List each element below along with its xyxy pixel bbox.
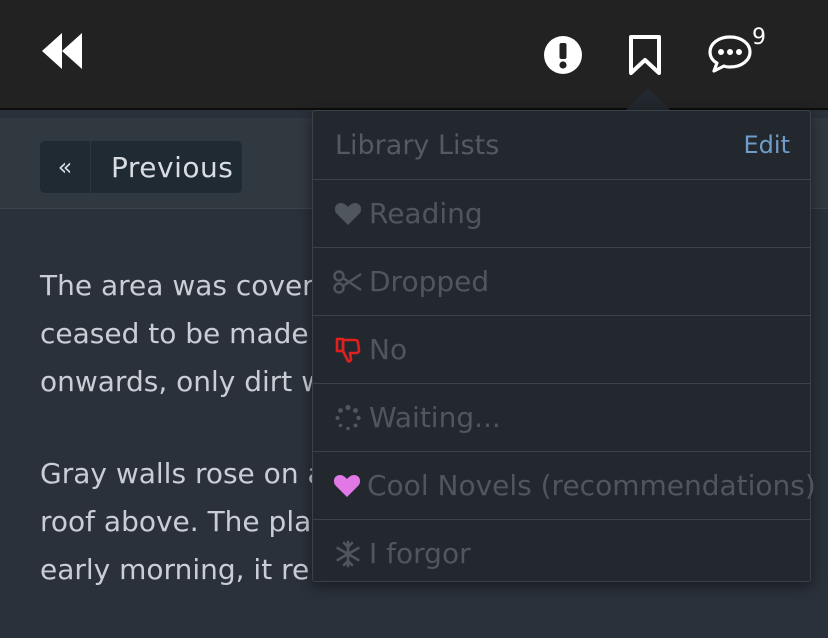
- dropdown-title: Library Lists: [335, 129, 500, 161]
- bookmark-icon: [629, 35, 661, 75]
- comments-button[interactable]: [707, 30, 777, 76]
- back-to-start-button[interactable]: [40, 31, 84, 71]
- library-list-item-dropped[interactable]: Dropped: [313, 248, 810, 316]
- spinner-icon: [333, 403, 363, 433]
- library-list-item-waiting[interactable]: Waiting...: [313, 384, 810, 452]
- text-line: The area was covere: [40, 269, 331, 302]
- previous-chapter-button[interactable]: « Previous: [40, 141, 242, 193]
- report-button[interactable]: [543, 35, 583, 75]
- snowflake-icon: [333, 539, 363, 569]
- text-line: onwards, only dirt w: [40, 365, 325, 398]
- dropdown-header: Library Lists Edit: [313, 111, 810, 180]
- list-label: I forgor: [369, 537, 471, 570]
- exclamation-circle-icon: [544, 36, 582, 74]
- text-line: early morning, it re: [40, 553, 310, 586]
- previous-label: Previous: [111, 150, 234, 184]
- heart-icon: [333, 471, 361, 501]
- library-list-item-reading[interactable]: Reading: [313, 180, 810, 248]
- list-label: Dropped: [369, 265, 490, 298]
- bookmark-button[interactable]: [627, 34, 663, 76]
- comments-count-badge: 9: [752, 25, 766, 50]
- double-left-arrow-icon: «: [40, 141, 91, 193]
- text-line: ceased to be made: [40, 317, 309, 350]
- list-label: Cool Novels (recommendations): [367, 469, 816, 502]
- thumbs-down-icon: [333, 335, 363, 365]
- list-label: No: [369, 333, 408, 366]
- library-lists-dropdown: Library Lists Edit Reading Dropped No Wa…: [312, 110, 816, 582]
- scissors-icon: [333, 267, 363, 297]
- edit-lists-link[interactable]: Edit: [744, 131, 790, 159]
- library-list-item-no[interactable]: No: [313, 316, 810, 384]
- dropdown-caret: [626, 88, 670, 110]
- heart-icon: [333, 199, 363, 229]
- library-list-item-cool-novels[interactable]: Cool Novels (recommendations): [313, 452, 816, 520]
- speech-bubble-icon: [708, 35, 752, 73]
- top-bar: 9: [0, 0, 828, 110]
- list-label: Reading: [369, 197, 483, 230]
- library-list-item-i-forgor[interactable]: I forgor: [313, 520, 810, 587]
- list-label: Waiting...: [369, 401, 501, 434]
- text-line: Gray walls rose on a: [40, 457, 325, 490]
- text-line: roof above. The pla: [40, 505, 312, 538]
- fast-rewind-icon: [42, 33, 82, 69]
